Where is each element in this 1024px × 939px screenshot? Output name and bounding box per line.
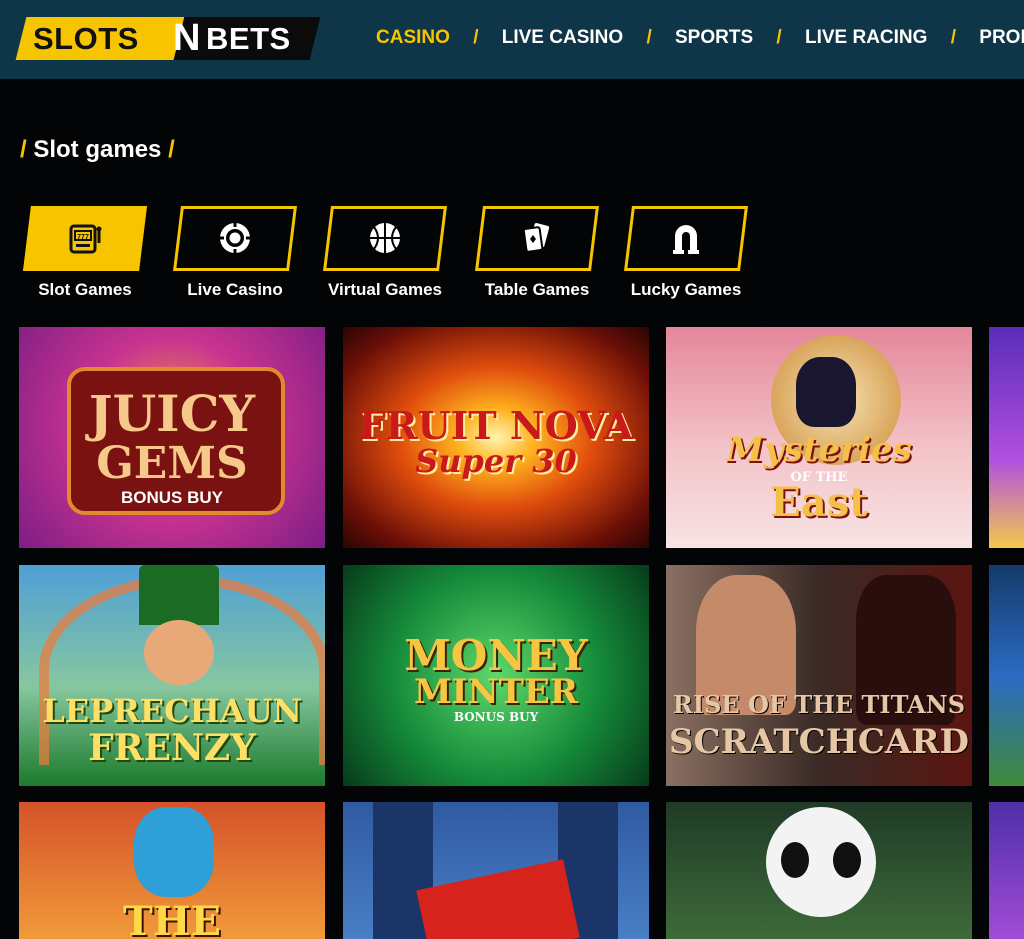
nav-separator: / (776, 27, 782, 48)
nav-casino[interactable]: CASINO (376, 27, 450, 49)
breadcrumb: / Slot games / (20, 136, 175, 163)
playing-cards-icon (522, 223, 550, 253)
game-title-line1: Mysteries (726, 430, 912, 470)
hat-art (139, 565, 219, 625)
game-title-line2: SCRATCHCARD (668, 722, 970, 762)
horseshoe-icon (673, 225, 699, 254)
category-live-casino[interactable]: Live Casino (173, 206, 297, 300)
category-label: Slot Games (38, 280, 132, 299)
game-tile-mysteries-of-the-east[interactable]: Mysteries OF THE East (666, 327, 972, 548)
nav-promotions[interactable]: PROMOTI (979, 27, 1024, 49)
slot-machine-icon: 777 (69, 224, 102, 254)
game-tile-panda[interactable] (666, 802, 972, 939)
game-tile-money-minter[interactable]: MONEY MINTER BONUS BUY (343, 565, 649, 786)
panda-eye-art (833, 842, 861, 878)
face-art (144, 620, 214, 685)
panda-eye-art (781, 842, 809, 878)
game-title-line1: JUICY (88, 384, 256, 443)
game-tile-rise-of-the-titans[interactable]: RISE OF THE TITANS SCRATCHCARD (666, 565, 972, 786)
nav-live-racing[interactable]: LIVE RACING (805, 27, 927, 49)
game-title-line2: GEMS (96, 438, 248, 489)
category-slot-games[interactable]: 777 Slot Games (23, 206, 147, 300)
category-label: Virtual Games (327, 280, 443, 299)
category-lucky-games[interactable]: Lucky Games (624, 206, 748, 300)
character-art (796, 357, 856, 427)
roulette-chip-icon (219, 222, 251, 254)
game-tile-partial[interactable] (989, 802, 1024, 939)
game-title-line2: MINTER (413, 672, 579, 712)
game-title-line1: RISE OF THE TITANS (672, 690, 966, 719)
game-title-line1: THE (122, 898, 222, 939)
logo-art (416, 859, 580, 939)
game-title-line3: BONUS BUY (453, 710, 539, 724)
game-tile-partial[interactable] (989, 327, 1024, 548)
game-title-line1: LEPRECHAUN (42, 692, 302, 730)
main-nav: CASINO / LIVE CASINO / SPORTS / LIVE RAC… (376, 27, 1024, 49)
page-title[interactable]: Slot games (33, 136, 161, 163)
game-title-line3: BONUS BUY (120, 488, 223, 507)
game-tile-fruit-nova[interactable]: FRUIT NOVA Super 30 (343, 327, 649, 548)
game-tile-city[interactable] (343, 802, 649, 939)
nav-sports[interactable]: SPORTS (675, 27, 753, 49)
brand-logo[interactable]: SLOTS N BETS (15, 17, 321, 60)
game-title-line2: Super 30 (415, 442, 577, 480)
category-table-games[interactable]: Table Games (475, 206, 599, 300)
game-tile-leprechaun-frenzy[interactable]: LEPRECHAUN FRENZY (19, 565, 325, 786)
category-label: Table Games (484, 280, 590, 299)
game-tile-the-hero[interactable]: THE (19, 802, 325, 939)
hero-art (134, 807, 214, 897)
game-title-line2: FRENZY (88, 727, 256, 769)
top-navigation-bar: SLOTS N BETS CASINO / LIVE CASINO / SPOR… (0, 0, 1024, 79)
game-tile-partial[interactable] (989, 565, 1024, 786)
game-tile-juicy-gems[interactable]: JUICY GEMS BONUS BUY (19, 327, 325, 548)
game-title-line1: MONEY (404, 631, 588, 680)
game-title-line1: FRUIT NOVA (358, 403, 634, 448)
svg-text:777: 777 (77, 234, 89, 241)
nav-separator: / (646, 27, 652, 48)
nav-separator: / (950, 27, 956, 48)
nav-live-casino[interactable]: LIVE CASINO (502, 27, 623, 49)
category-label: Lucky Games (630, 280, 742, 299)
nav-separator: / (473, 27, 479, 48)
game-title-line3: East (770, 479, 868, 526)
basketball-icon (370, 223, 400, 253)
category-label: Live Casino (187, 280, 283, 299)
category-virtual-games[interactable]: Virtual Games (323, 206, 447, 300)
